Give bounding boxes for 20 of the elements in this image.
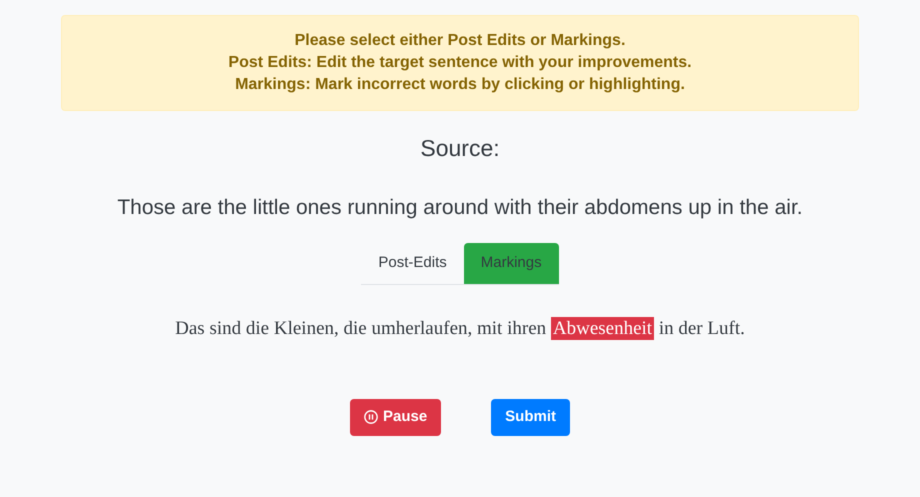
target-word[interactable]: Kleinen, [274, 316, 339, 340]
target-word[interactable]: sind [209, 316, 242, 340]
target-word[interactable]: ihren [507, 316, 546, 340]
tab[interactable]: Post-Edits [361, 243, 464, 284]
target-word[interactable]: in [658, 316, 674, 340]
target-word[interactable]: mit [477, 316, 502, 340]
source-heading: Source: [419, 134, 501, 163]
target-word[interactable]: Das [175, 316, 205, 340]
pause-icon [364, 410, 378, 424]
target-word[interactable]: die [344, 316, 367, 340]
target-word[interactable]: umherlaufen, [371, 316, 472, 340]
source-sentence: Those are the little ones running around with their abdomens up in the air. [116, 194, 804, 220]
marked-word[interactable]: Abwesenheit [550, 316, 654, 340]
target-word[interactable]: der [678, 316, 703, 340]
target-word[interactable]: die [246, 316, 270, 340]
instructions-alert: Please select either Post Edits or Markings. Post Edits: Edit the target sentence with your improvements. Markings: Mark incorrect words by clicking or highlighting. [61, 15, 859, 111]
submit-button[interactable]: Submit [491, 399, 570, 436]
target-word[interactable]: Luft. [707, 316, 745, 340]
tab[interactable]: Markings [464, 243, 559, 284]
pause-button[interactable]: Pause [350, 399, 442, 436]
